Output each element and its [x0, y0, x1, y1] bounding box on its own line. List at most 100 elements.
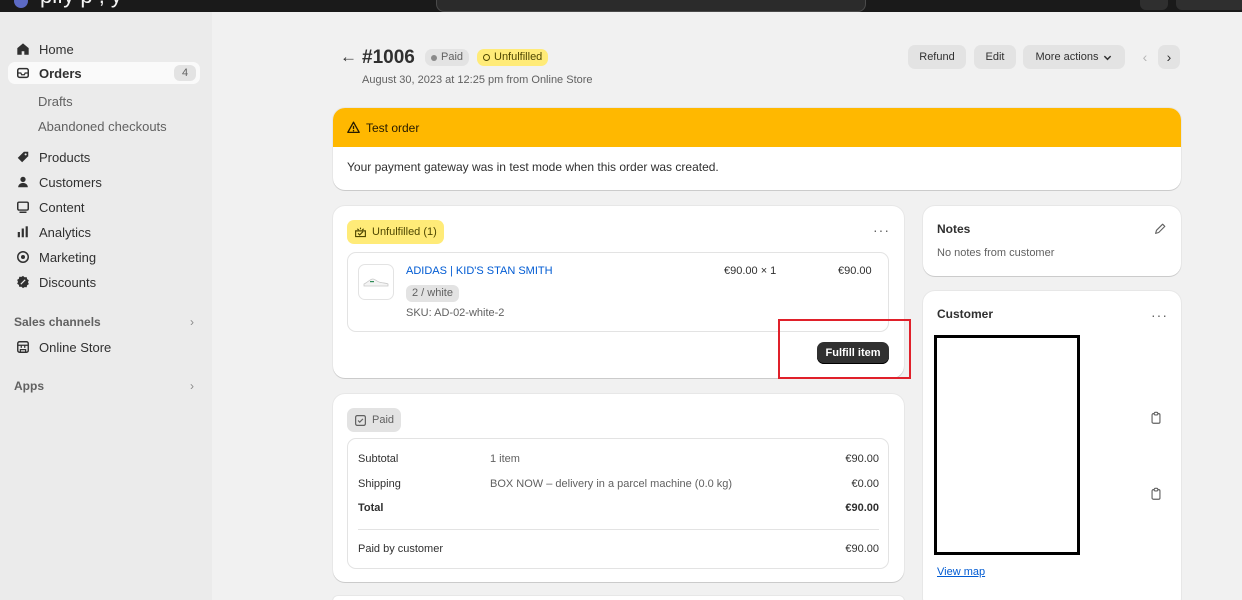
- sidebar-item-label: Marketing: [39, 249, 97, 265]
- more-actions-label: More actions: [1035, 51, 1099, 63]
- order-subtitle: August 30, 2023 at 12:25 pm from Online …: [362, 74, 593, 86]
- warning-icon: [347, 121, 360, 134]
- previous-order-button[interactable]: ‹: [1134, 45, 1156, 69]
- discount-icon: [15, 274, 31, 290]
- next-card-edge: [333, 596, 904, 600]
- notes-card: Notes No notes from customer: [923, 206, 1181, 276]
- sku-text: SKU: AD-02-white-2: [406, 307, 505, 319]
- orders-icon: [15, 65, 31, 81]
- sidebar-section-label: Sales channels: [14, 315, 101, 329]
- sidebar: Home Orders 4 Drafts Abandoned checkouts…: [0, 12, 212, 600]
- edit-button[interactable]: Edit: [974, 45, 1016, 69]
- checklist-icon: [355, 414, 366, 426]
- sidebar-item-content[interactable]: Content: [8, 196, 200, 218]
- topbar-notification-button[interactable]: [1140, 0, 1168, 10]
- summary-value: €90.00: [845, 502, 879, 514]
- sidebar-item-label: Orders: [39, 65, 82, 81]
- sidebar-section-sales-channels[interactable]: Sales channels ›: [14, 315, 194, 329]
- copy-icon[interactable]: [1149, 411, 1163, 425]
- sidebar-item-label: Content: [39, 199, 85, 215]
- search-bar[interactable]: [436, 0, 866, 12]
- product-name-link[interactable]: ADIDAS | KID'S STAN SMITH: [406, 265, 553, 277]
- copy-icon[interactable]: [1149, 487, 1163, 501]
- variant-badge: 2 / white: [406, 285, 459, 302]
- target-icon: [15, 249, 31, 265]
- payment-status-label: Paid: [441, 51, 464, 63]
- paid-status-pill: Paid: [347, 408, 402, 432]
- notes-title: Notes: [937, 222, 971, 236]
- sidebar-section-label: Apps: [14, 379, 44, 393]
- line-item-total: €90.00: [838, 265, 872, 277]
- sidebar-item-products[interactable]: Products: [8, 146, 200, 168]
- page-title: #1006: [362, 47, 415, 68]
- sidebar-item-analytics[interactable]: Analytics: [8, 221, 200, 243]
- payment-card: Paid Subtotal 1 item €90.00 Shipping BOX…: [333, 394, 904, 582]
- payment-summary: Subtotal 1 item €90.00 Shipping BOX NOW …: [347, 438, 889, 569]
- customer-more-icon[interactable]: ···: [1151, 307, 1168, 323]
- status-dot-icon: [431, 54, 437, 61]
- orders-count-badge: 4: [174, 65, 196, 81]
- summary-label: Paid by customer: [358, 543, 443, 555]
- fulfillment-box-icon: [355, 227, 366, 237]
- product-thumbnail[interactable]: [358, 264, 394, 300]
- red-highlight-box: [778, 319, 911, 379]
- view-map-link[interactable]: View map: [937, 566, 985, 578]
- unfulfilled-status-label: Unfulfilled (1): [372, 226, 437, 238]
- test-order-header: Test order: [333, 108, 1181, 147]
- summary-label: Total: [358, 502, 384, 514]
- sidebar-item-label: Discounts: [39, 274, 97, 290]
- paid-status-label: Paid: [372, 414, 395, 426]
- chevron-down-icon: [1104, 55, 1112, 60]
- tag-icon: [15, 149, 31, 165]
- sidebar-item-customers[interactable]: Customers: [8, 171, 200, 193]
- sidebar-item-label: Home: [39, 41, 74, 57]
- summary-value: €90.00: [845, 453, 879, 465]
- back-arrow-icon[interactable]: ←: [340, 47, 357, 67]
- fulfillment-status-badge: Unfulfilled: [477, 49, 549, 66]
- more-actions-button[interactable]: More actions: [1023, 45, 1125, 69]
- sidebar-subitem-abandoned-checkouts[interactable]: Abandoned checkouts: [38, 119, 167, 134]
- test-order-title: Test order: [366, 120, 420, 135]
- sidebar-item-discounts[interactable]: Discounts: [8, 271, 200, 293]
- summary-description: BOX NOW – delivery in a parcel machine (…: [490, 478, 733, 490]
- chevron-right-icon: ›: [190, 315, 194, 329]
- status-ring-icon: [483, 54, 490, 61]
- chart-icon: [15, 224, 31, 240]
- test-order-message: Your payment gateway was in test mode wh…: [347, 160, 719, 174]
- sidebar-item-online-store[interactable]: Online Store: [8, 336, 200, 358]
- sidebar-item-label: Online Store: [39, 339, 112, 355]
- next-order-button[interactable]: ›: [1158, 45, 1180, 69]
- customer-title: Customer: [937, 307, 994, 321]
- summary-value: €0.00: [851, 478, 879, 490]
- store-icon: [15, 339, 31, 355]
- payment-status-badge: Paid: [425, 49, 470, 66]
- top-bar: pify p , y: [0, 0, 1242, 12]
- person-icon: [15, 174, 31, 190]
- sidebar-item-label: Products: [39, 149, 91, 165]
- summary-value: €90.00: [845, 543, 879, 555]
- shoe-icon: [363, 278, 389, 287]
- summary-label: Subtotal: [358, 453, 399, 465]
- home-icon: [15, 41, 31, 57]
- refund-button[interactable]: Refund: [908, 45, 966, 69]
- redacted-customer-info: [934, 335, 1080, 555]
- unfulfilled-status-pill: Unfulfilled (1): [347, 220, 444, 244]
- notes-text: No notes from customer: [937, 247, 1055, 259]
- sidebar-item-label: Customers: [39, 174, 102, 190]
- sidebar-section-apps[interactable]: Apps ›: [14, 379, 194, 393]
- sidebar-subitem-drafts[interactable]: Drafts: [38, 94, 73, 109]
- sidebar-item-home[interactable]: Home: [8, 38, 200, 60]
- topbar-account-button[interactable]: [1176, 0, 1242, 10]
- content-icon: [15, 199, 31, 215]
- shopify-logo-icon[interactable]: [14, 0, 28, 8]
- sidebar-item-orders[interactable]: Orders 4: [8, 62, 200, 84]
- unit-price-quantity: €90.00 × 1: [724, 265, 777, 277]
- pencil-icon[interactable]: [1153, 222, 1167, 236]
- sidebar-item-marketing[interactable]: Marketing: [8, 246, 200, 268]
- fulfillment-more-icon[interactable]: ···: [873, 222, 890, 238]
- summary-label: Shipping: [358, 478, 401, 490]
- summary-description: 1 item: [490, 453, 520, 465]
- fulfillment-status-label: Unfulfilled: [494, 51, 543, 63]
- test-order-banner: Test order Your payment gateway was in t…: [333, 108, 1181, 190]
- sidebar-item-label: Analytics: [39, 224, 92, 240]
